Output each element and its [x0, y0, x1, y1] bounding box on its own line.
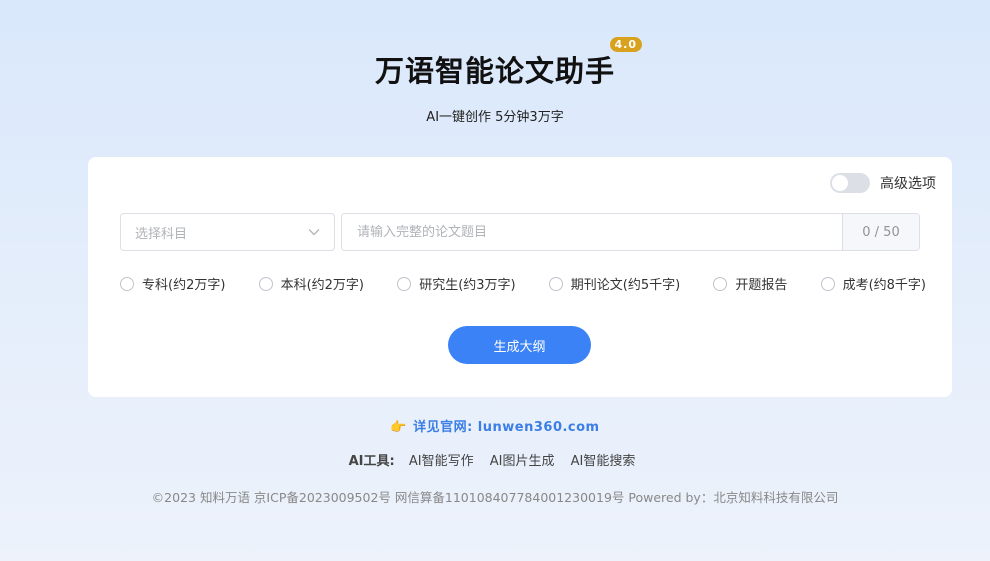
radio-circle-icon[interactable] [397, 276, 412, 291]
paper-type-label: 期刊论文(约5千字) [570, 278, 681, 293]
radio-circle-icon[interactable] [548, 276, 563, 291]
radio-circle-icon[interactable] [820, 276, 835, 291]
advanced-switch[interactable] [830, 173, 870, 193]
tool-link-ai-image[interactable]: AI图片生成 [490, 454, 555, 469]
paper-type-radio-group: 专科(约2万字) 本科(约2万字) 研究生(约3万字) 期刊论文(约5千字) 开… [120, 274, 926, 293]
topic-input-group: 0 / 50 [341, 213, 920, 251]
paper-type-label: 本科(约2万字) [280, 278, 365, 293]
generator-card: 高级选项 选择科目 0 / 50 专科(约2万字) 本科(约2万字) 研究生(约… [88, 157, 952, 397]
paper-type-option[interactable]: 成考(约8千字) [820, 274, 926, 293]
paper-type-label: 成考(约8千字) [842, 278, 926, 293]
chevron-down-icon [308, 228, 320, 236]
paper-type-option[interactable]: 本科(约2万字) [258, 274, 365, 293]
topic-input[interactable] [342, 214, 842, 250]
character-counter: 0 / 50 [842, 214, 919, 250]
paper-type-option[interactable]: 期刊论文(约5千字) [548, 274, 681, 293]
paper-type-label: 研究生(约3万字) [419, 278, 516, 293]
advanced-options-label: 高级选项 [880, 176, 936, 192]
subject-select[interactable]: 选择科目 [120, 213, 335, 251]
tool-link-ai-writing[interactable]: AI智能写作 [409, 454, 474, 469]
radio-circle-icon[interactable] [713, 276, 728, 291]
page-title-text: 万语智能论文助手 [374, 54, 615, 88]
subject-select-placeholder: 选择科目 [135, 226, 188, 242]
version-badge: 4.0 [609, 37, 642, 52]
generate-outline-button[interactable]: 生成大纲 [448, 326, 591, 364]
header: 万语智能论文助手 4.0 [0, 37, 990, 90]
radio-circle-icon[interactable] [258, 276, 273, 291]
switch-knob [832, 175, 848, 191]
paper-type-option[interactable]: 研究生(约3万字) [397, 274, 516, 293]
paper-type-option[interactable]: 专科(约2万字) [120, 274, 225, 293]
paper-type-option[interactable]: 开题报告 [713, 274, 787, 293]
paper-type-label: 开题报告 [735, 278, 788, 293]
ai-tools-label: AI工具: [348, 454, 395, 469]
page-title: 万语智能论文助手 4.0 [374, 37, 642, 90]
advanced-options-toggle[interactable]: 高级选项 [830, 173, 936, 193]
ai-tools-bar: AI工具: AI智能写作 AI图片生成 AI智能搜索 [0, 450, 990, 469]
paper-type-label: 专科(约2万字) [142, 278, 226, 293]
page-subtitle: AI一键创作 5分钟3万字 [426, 110, 564, 125]
pointing-hand-icon: 👉 [390, 420, 408, 435]
footer-copyright: ©2023 知料万语 京ICP备2023009502号 网信算备11010840… [151, 490, 839, 505]
official-site-link[interactable]: 👉 详见官网: lunwen360.com [0, 416, 990, 435]
tool-link-ai-search[interactable]: AI智能搜索 [571, 454, 636, 469]
official-site-text: 详见官网: lunwen360.com [413, 420, 600, 435]
radio-circle-icon[interactable] [120, 276, 134, 291]
